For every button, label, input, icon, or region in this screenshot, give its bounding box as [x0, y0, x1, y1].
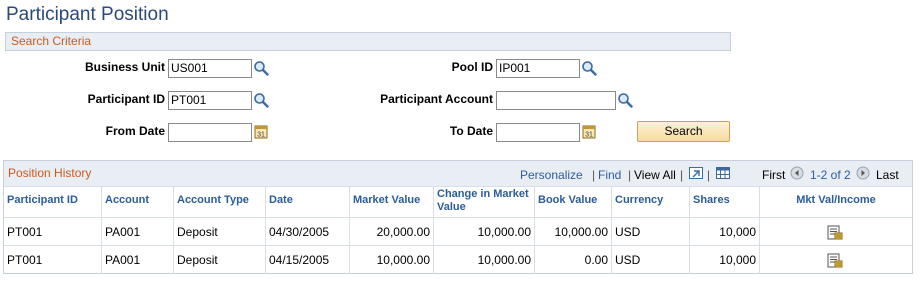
- cell-shares: 10,000: [689, 218, 759, 246]
- magnifier-icon[interactable]: [581, 60, 597, 76]
- grid-toolbar: Position History Personalize | Find | Vi…: [4, 161, 912, 187]
- magnifier-icon[interactable]: [253, 92, 269, 108]
- grid-title: Position History: [8, 166, 92, 180]
- pool-id-label: Pool ID: [451, 60, 493, 74]
- col-currency[interactable]: Currency: [611, 187, 689, 217]
- cell-account: PA001: [101, 218, 173, 246]
- cell-change-market-value: 10,000.00: [433, 246, 534, 274]
- col-shares[interactable]: Shares: [689, 187, 759, 217]
- nav-separator: |: [592, 168, 596, 182]
- cell-currency: USD: [611, 246, 689, 274]
- prev-arrow-icon[interactable]: [790, 166, 806, 182]
- cell-currency: USD: [611, 218, 689, 246]
- find-link[interactable]: Find: [598, 168, 621, 182]
- participant-id-field[interactable]: PT001: [168, 91, 252, 110]
- search-button[interactable]: Search: [637, 121, 730, 142]
- magnifier-icon[interactable]: [253, 60, 269, 76]
- business-unit-field[interactable]: US001: [168, 59, 252, 78]
- calendar-icon[interactable]: 31: [582, 124, 598, 140]
- cell-account-type: Deposit: [173, 246, 265, 274]
- participant-account-field[interactable]: [496, 91, 616, 110]
- cell-market-value: 20,000.00: [349, 218, 433, 246]
- position-history-grid: Position History Personalize | Find | Vi…: [3, 160, 913, 274]
- col-account[interactable]: Account: [101, 187, 173, 217]
- first-label[interactable]: First: [762, 168, 785, 182]
- cell-mkt-val-income: [759, 218, 912, 246]
- participant-id-label: Participant ID: [87, 92, 165, 106]
- col-change-market-value[interactable]: Change in Market Value: [433, 187, 534, 217]
- cell-account-type: Deposit: [173, 218, 265, 246]
- participant-account-label: Participant Account: [380, 92, 493, 106]
- cell-change-market-value: 10,000.00: [433, 218, 534, 246]
- col-date[interactable]: Date: [265, 187, 349, 217]
- svg-text:31: 31: [585, 132, 593, 139]
- personalize-link[interactable]: Personalize: [520, 168, 583, 182]
- col-participant-id[interactable]: Participant ID: [4, 187, 101, 217]
- nav-separator: |: [707, 168, 711, 182]
- nav-separator: |: [628, 168, 632, 182]
- cell-date: 04/30/2005: [265, 218, 349, 246]
- from-date-field[interactable]: [168, 123, 252, 142]
- pool-id-field[interactable]: IP001: [496, 59, 580, 78]
- cell-date: 04/15/2005: [265, 246, 349, 274]
- table-row: PT001 PA001 Deposit 04/30/2005 20,000.00…: [4, 217, 912, 246]
- business-unit-label: Business Unit: [84, 60, 165, 74]
- magnifier-icon[interactable]: [617, 92, 633, 108]
- last-label[interactable]: Last: [876, 168, 899, 182]
- calendar-icon[interactable]: 31: [254, 124, 270, 140]
- zoom-icon[interactable]: [688, 165, 704, 181]
- to-date-field[interactable]: [496, 123, 580, 142]
- cell-participant-id: PT001: [7, 253, 43, 267]
- view-all-link[interactable]: View All: [634, 168, 676, 182]
- page-range: 1-2 of 2: [810, 168, 851, 182]
- next-arrow-icon[interactable]: [856, 166, 872, 182]
- col-book-value[interactable]: Book Value: [534, 187, 611, 217]
- col-account-type[interactable]: Account Type: [173, 187, 265, 217]
- cell-book-value: 0.00: [534, 246, 611, 274]
- cell-market-value: 10,000.00: [349, 246, 433, 274]
- to-date-label: To Date: [449, 124, 493, 138]
- detail-report-icon[interactable]: [826, 223, 843, 240]
- svg-text:31: 31: [257, 132, 265, 139]
- cell-participant-id: PT001: [7, 225, 43, 239]
- from-date-label: From Date: [105, 124, 165, 138]
- col-market-value[interactable]: Market Value: [349, 187, 433, 217]
- cell-mkt-val-income: [759, 246, 912, 274]
- table-row: PT001 PA001 Deposit 04/15/2005 10,000.00…: [4, 245, 912, 274]
- page-title: Participant Position: [6, 4, 169, 25]
- cell-book-value: 10,000.00: [534, 218, 611, 246]
- detail-report-icon[interactable]: [826, 251, 843, 268]
- col-mkt-val-income: Mkt Val/Income: [759, 187, 912, 217]
- cell-account: PA001: [101, 246, 173, 274]
- cell-shares: 10,000: [689, 246, 759, 274]
- nav-separator: |: [680, 168, 684, 182]
- download-spreadsheet-icon[interactable]: [715, 165, 731, 181]
- search-criteria-header: Search Criteria: [5, 32, 731, 51]
